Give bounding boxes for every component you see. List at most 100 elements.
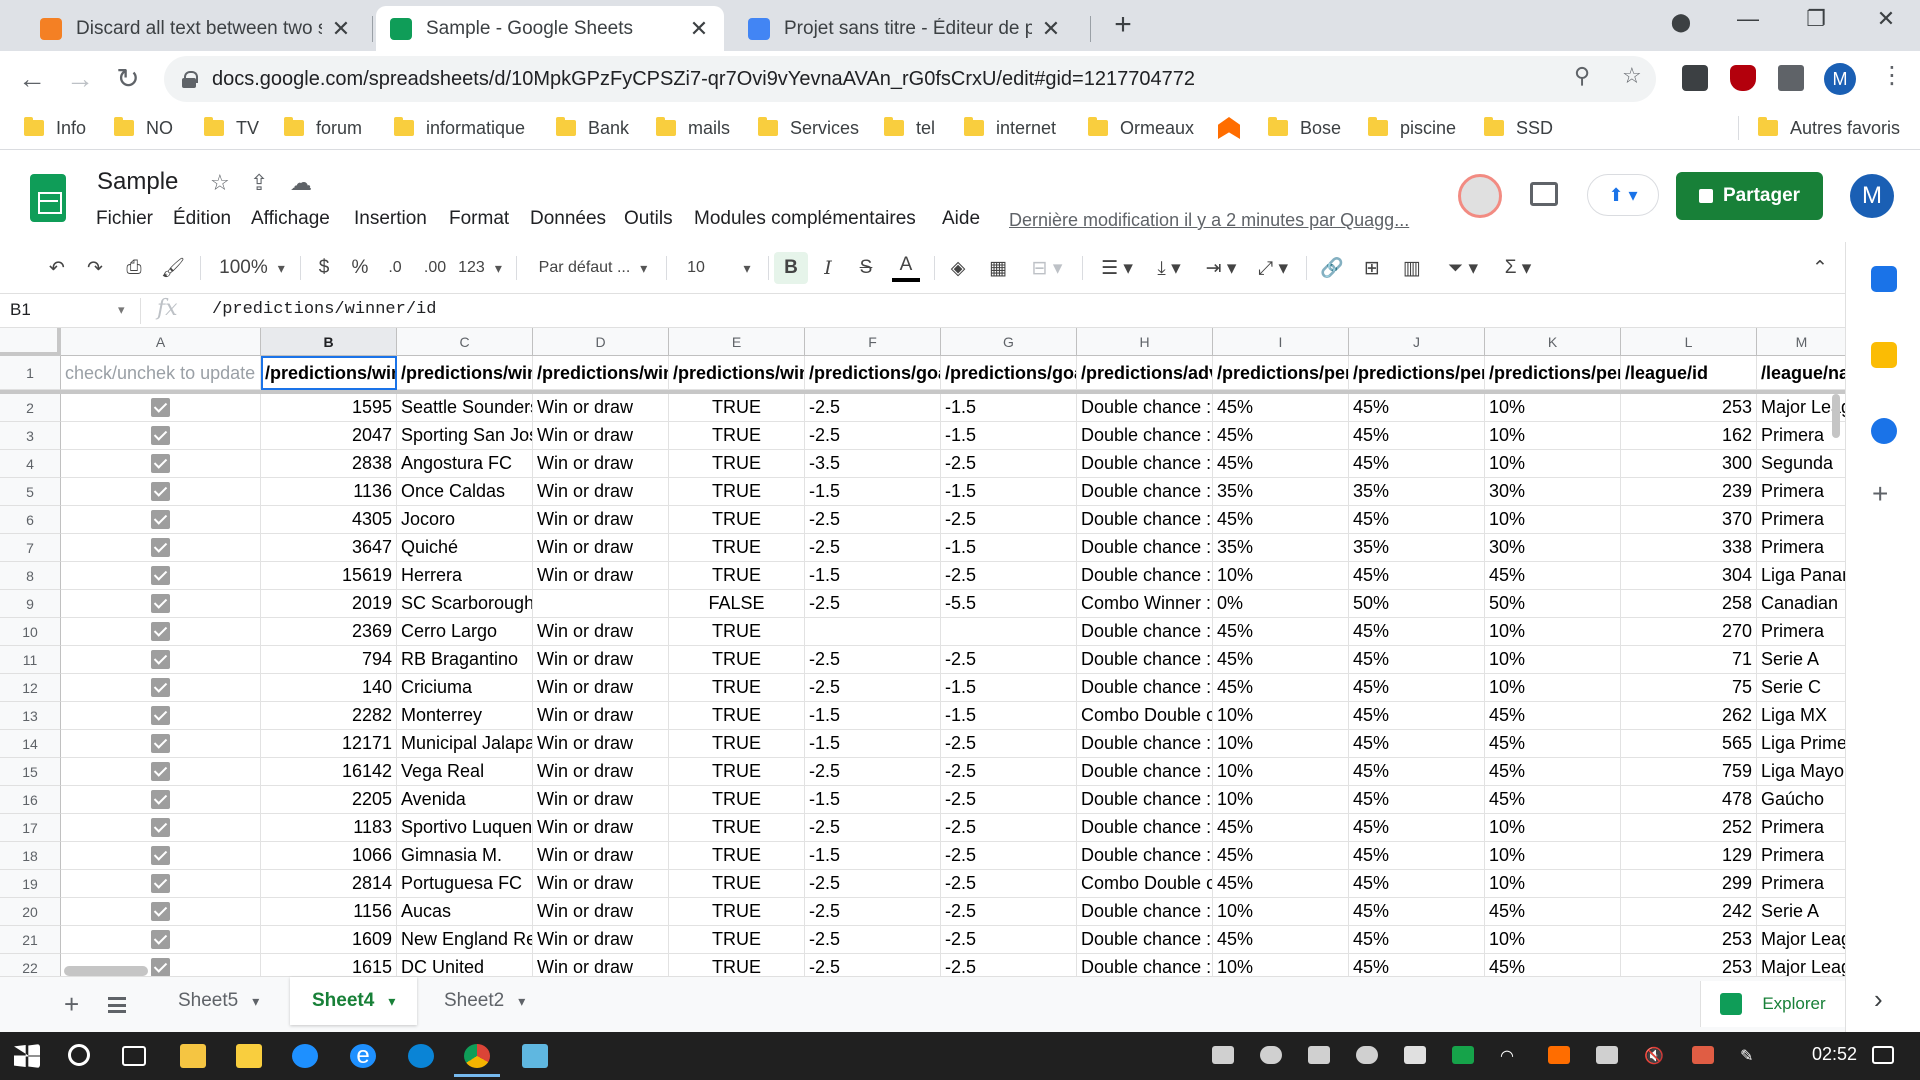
data-cell[interactable]: Portuguesa FC — [397, 870, 533, 898]
checked-checkbox-icon[interactable] — [151, 650, 170, 669]
checkbox-cell[interactable] — [61, 646, 261, 674]
redo-icon[interactable]: ↷ — [82, 252, 108, 284]
checked-checkbox-icon[interactable] — [151, 706, 170, 725]
bookmark-folder-internet[interactable]: internet — [964, 114, 1056, 142]
bookmark-other-favorites[interactable]: Autres favoris — [1758, 114, 1900, 142]
data-cell[interactable]: 45% — [1485, 730, 1621, 758]
avast-icon[interactable] — [1548, 1046, 1570, 1064]
row-header[interactable]: 19 — [0, 870, 61, 898]
data-cell[interactable]: 45% — [1349, 506, 1485, 534]
data-cell[interactable]: 45% — [1349, 674, 1485, 702]
ublock-origin-icon[interactable] — [1730, 65, 1756, 91]
data-cell[interactable]: 10% — [1485, 394, 1621, 422]
checked-checkbox-icon[interactable] — [151, 566, 170, 585]
bookmark-folder-tv[interactable]: TV — [204, 114, 259, 142]
data-cell[interactable]: Combo Double chance — [1077, 702, 1213, 730]
data-cell[interactable]: SC Scarborough — [397, 590, 533, 618]
data-cell[interactable]: Double chance : — [1077, 422, 1213, 450]
data-cell[interactable]: 370 — [1621, 506, 1757, 534]
row-header[interactable]: 12 — [0, 674, 61, 702]
data-cell[interactable]: Win or draw — [533, 954, 669, 976]
bookmark-orange-site[interactable] — [1218, 114, 1240, 142]
data-cell[interactable]: -2.5 — [941, 842, 1077, 870]
checkbox-cell[interactable] — [61, 534, 261, 562]
data-cell[interactable]: Sportivo Luqueno — [397, 814, 533, 842]
data-cell[interactable]: 71 — [1621, 646, 1757, 674]
data-cell[interactable]: -2.5 — [805, 534, 941, 562]
creative-cloud-icon[interactable] — [1692, 1046, 1714, 1064]
data-cell[interactable] — [533, 590, 669, 618]
data-cell[interactable]: 4305 — [261, 506, 397, 534]
data-cell[interactable]: -2.5 — [941, 506, 1077, 534]
data-cell[interactable]: FALSE — [669, 590, 805, 618]
data-cell[interactable]: TRUE — [669, 646, 805, 674]
data-cell[interactable]: TRUE — [669, 450, 805, 478]
row-header[interactable]: 10 — [0, 618, 61, 646]
bookmark-folder-no[interactable]: NO — [114, 114, 173, 142]
data-cell[interactable]: 45% — [1349, 926, 1485, 954]
battery-icon[interactable] — [1596, 1046, 1618, 1064]
explore-button[interactable]: Explorer — [1700, 981, 1845, 1027]
data-cell[interactable]: Double chance : — [1077, 926, 1213, 954]
keep-icon[interactable] — [1871, 342, 1897, 368]
header-cell[interactable]: /predictions/percent/draw — [1349, 356, 1485, 390]
data-cell[interactable]: 45% — [1485, 702, 1621, 730]
print-icon[interactable]: ⎙ — [120, 252, 148, 284]
checked-checkbox-icon[interactable] — [151, 510, 170, 529]
extension-help-icon[interactable] — [1682, 65, 1708, 91]
data-cell[interactable]: 45% — [1213, 422, 1349, 450]
name-box[interactable]: B1 — [10, 300, 31, 320]
data-cell[interactable]: -2.5 — [805, 898, 941, 926]
horizontal-scrollbar[interactable] — [64, 966, 148, 976]
bookmark-folder-piscine[interactable]: piscine — [1368, 114, 1456, 142]
data-cell[interactable]: 45% — [1349, 618, 1485, 646]
bookmark-folder-mails[interactable]: mails — [656, 114, 730, 142]
data-cell[interactable]: 45% — [1349, 646, 1485, 674]
row-header[interactable]: 22 — [0, 954, 61, 976]
data-cell[interactable]: Primera — [1757, 506, 1845, 534]
onedrive-icon[interactable] — [1260, 1046, 1282, 1064]
data-cell[interactable]: Aucas — [397, 898, 533, 926]
data-cell[interactable]: 242 — [1621, 898, 1757, 926]
data-cell[interactable]: 45% — [1213, 394, 1349, 422]
data-cell[interactable]: Angostura FC — [397, 450, 533, 478]
data-cell[interactable]: 10% — [1213, 758, 1349, 786]
data-cell[interactable]: TRUE — [669, 786, 805, 814]
data-cell[interactable]: -1.5 — [941, 478, 1077, 506]
menu-fichier[interactable]: Fichier — [96, 208, 153, 230]
data-cell[interactable]: Double chance : — [1077, 954, 1213, 976]
data-cell[interactable]: -2.5 — [941, 450, 1077, 478]
currency-format-button[interactable]: $ — [314, 252, 334, 284]
data-cell[interactable]: 45% — [1349, 954, 1485, 976]
zoom-select[interactable]: 100% — [216, 252, 288, 284]
data-cell[interactable]: Gimnasia M. — [397, 842, 533, 870]
checked-checkbox-icon[interactable] — [151, 426, 170, 445]
row-header[interactable]: 21 — [0, 926, 61, 954]
checked-checkbox-icon[interactable] — [151, 678, 170, 697]
data-cell[interactable]: Liga Primera — [1757, 730, 1845, 758]
document-title[interactable]: Sample — [97, 168, 178, 196]
vertical-scrollbar[interactable] — [1832, 394, 1840, 438]
data-cell[interactable]: 0% — [1213, 590, 1349, 618]
data-cell[interactable] — [941, 618, 1077, 646]
data-cell[interactable]: Major League — [1757, 954, 1845, 976]
data-cell[interactable]: TRUE — [669, 926, 805, 954]
checkbox-cell[interactable] — [61, 730, 261, 758]
data-cell[interactable]: Canadian — [1757, 590, 1845, 618]
data-cell[interactable]: Serie A — [1757, 646, 1845, 674]
data-cell[interactable]: 10% — [1485, 506, 1621, 534]
data-cell[interactable]: 10% — [1485, 842, 1621, 870]
data-cell[interactable]: Vega Real — [397, 758, 533, 786]
data-cell[interactable]: -2.5 — [805, 674, 941, 702]
checkbox-cell[interactable] — [61, 786, 261, 814]
data-cell[interactable]: 304 — [1621, 562, 1757, 590]
row-header[interactable]: 14 — [0, 730, 61, 758]
data-cell[interactable]: -1.5 — [805, 478, 941, 506]
cloud-saved-icon[interactable]: ☁ — [290, 170, 312, 196]
data-cell[interactable]: 140 — [261, 674, 397, 702]
header-cell[interactable]: /predictions/winner/name — [397, 356, 533, 390]
header-cell[interactable]: /predictions/goals/away — [941, 356, 1077, 390]
tab-search-icon[interactable]: ⬤ — [1661, 12, 1701, 33]
column-header-i[interactable]: I — [1213, 328, 1349, 356]
fill-color-icon[interactable]: ◈ — [944, 252, 972, 284]
